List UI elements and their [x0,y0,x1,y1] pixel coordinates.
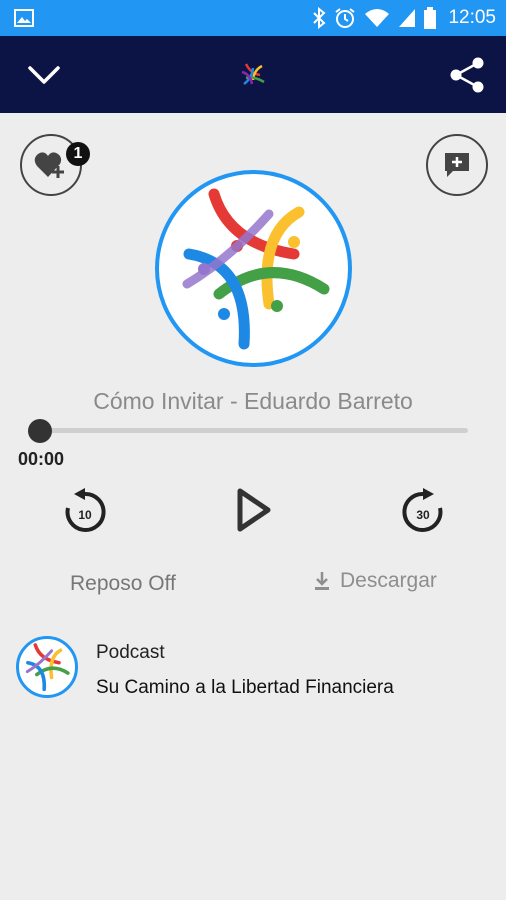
forward-30-button[interactable]: 30 [398,486,448,536]
cover-logo-graphic [182,188,330,350]
forward-seconds-label: 30 [416,508,430,522]
wifi-icon [365,9,390,27]
clock: 12:05 [448,7,496,28]
play-button[interactable] [228,484,278,536]
track-title: Cómo Invitar - Eduardo Barreto [93,388,413,414]
favorite-count-badge: 1 [66,142,90,166]
sleep-timer-button[interactable]: Reposo Off [70,572,176,596]
cell-signal-icon [399,9,416,27]
heart-plus-icon [34,152,64,178]
chevron-down-icon[interactable] [22,56,66,94]
download-button[interactable]: Descargar [314,569,437,593]
image-icon [14,9,34,27]
rewind-seconds-label: 10 [78,508,92,522]
app-bar [0,36,506,113]
podcast-kicker: Podcast [96,642,165,663]
forward-icon: 30 [402,488,443,532]
rewind-icon: 10 [65,488,106,532]
status-bar: 12:05 [0,0,506,36]
bluetooth-icon [313,7,326,29]
progress-track[interactable] [40,428,468,433]
alarm-icon [335,8,356,28]
podcast-thumbnail [16,636,78,698]
podcast-logo-graphic [25,643,70,692]
download-icon [315,572,329,590]
share-icon[interactable] [446,54,488,96]
rewind-10-button[interactable]: 10 [60,486,110,536]
add-comment-button[interactable] [426,134,488,196]
download-label: Descargar [340,569,437,592]
battery-icon [424,7,437,29]
elapsed-time: 00:00 [18,449,65,469]
app-logo-icon [241,63,265,85]
play-icon [237,488,271,532]
podcast-cover-art [155,170,352,367]
comment-plus-icon [445,153,469,177]
podcast-name: Su Camino a la Libertad Financiera [96,677,394,698]
progress-thumb[interactable] [28,419,52,443]
podcast-info-row[interactable]: Podcast Su Camino a la Libertad Financie… [16,634,496,700]
